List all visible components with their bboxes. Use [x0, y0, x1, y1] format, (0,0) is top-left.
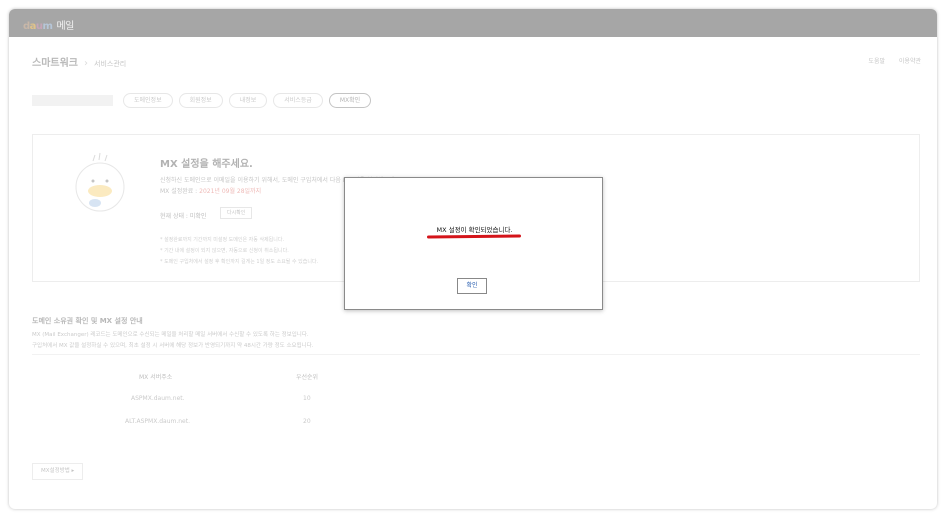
logo-suffix: 메일	[56, 21, 74, 32]
app-window: daum 메일 스마트워크 › 서비스관리 도움말 이용약관 도메인정보 회원정보 내…	[9, 9, 937, 509]
ok-button[interactable]: 확인	[457, 278, 487, 294]
confirm-dialog: MX 설정이 확인되었습니다. 확인	[344, 177, 603, 310]
daum-mail-logo[interactable]: daum 메일	[23, 17, 74, 32]
dialog-message: MX 설정이 확인되었습니다.	[436, 226, 513, 234]
red-highlight-underline	[426, 234, 522, 239]
top-bar: daum 메일	[9, 9, 937, 37]
